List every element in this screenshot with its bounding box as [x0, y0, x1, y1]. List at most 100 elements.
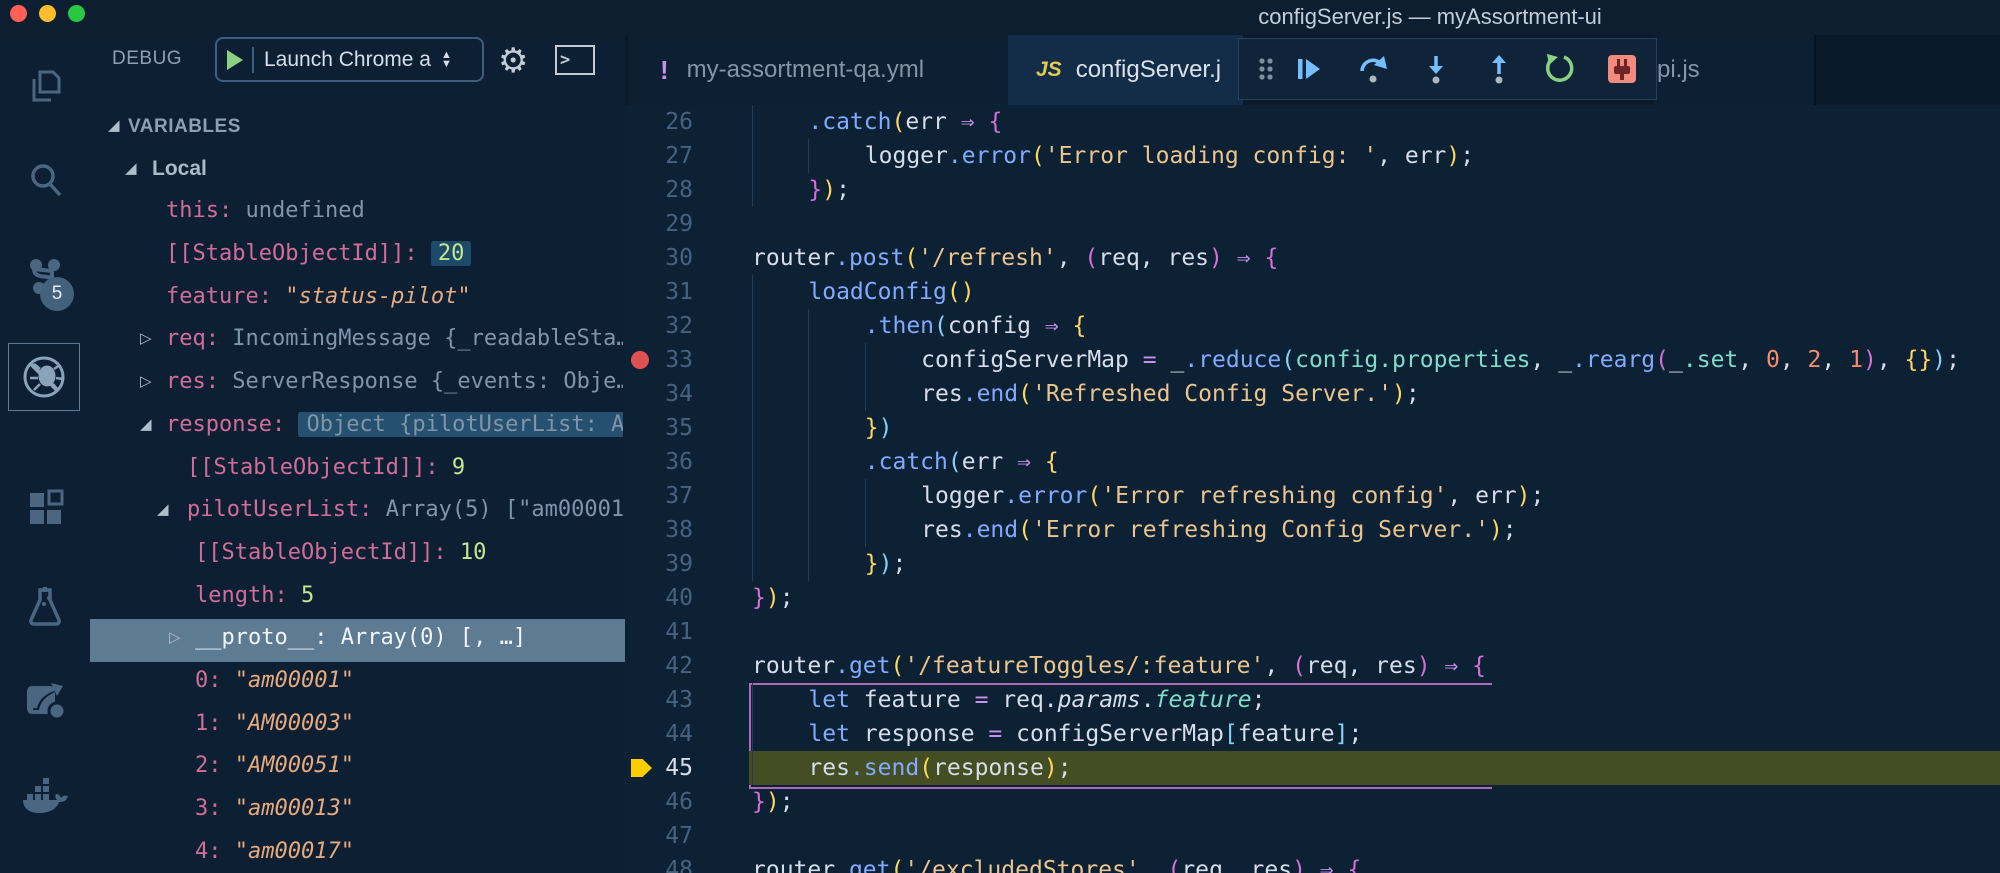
step-over-icon[interactable]: [1356, 52, 1390, 86]
code-text: res.end('Refreshed Config Server.');: [752, 377, 1420, 411]
minimize-window-button[interactable]: [39, 5, 56, 22]
restart-icon[interactable]: [1542, 52, 1576, 86]
variable-row[interactable]: feature: "status-pilot": [90, 278, 625, 321]
code-line-40[interactable]: 40});: [625, 581, 2000, 615]
line-number[interactable]: 45: [625, 751, 693, 785]
line-number[interactable]: 39: [625, 547, 693, 581]
grip-dots-icon[interactable]: [1249, 52, 1283, 86]
variable-row[interactable]: ▷ req: IncomingMessage {_readableSta…: [90, 320, 625, 363]
tree-section-header[interactable]: ◢ VARIABLES: [90, 107, 625, 150]
chevron-expanded-icon[interactable]: ◢: [125, 159, 137, 177]
line-number[interactable]: 36: [625, 445, 693, 479]
line-number[interactable]: 47: [625, 819, 693, 853]
line-number[interactable]: 41: [625, 615, 693, 649]
line-number[interactable]: 42: [625, 649, 693, 683]
close-window-button[interactable]: [10, 5, 27, 22]
variable-row[interactable]: 0: "am00001": [90, 662, 625, 705]
line-number[interactable]: 33: [625, 343, 693, 377]
line-number[interactable]: 44: [625, 717, 693, 751]
line-number[interactable]: 31: [625, 275, 693, 309]
code-line-29[interactable]: 29: [625, 207, 2000, 241]
line-number[interactable]: 46: [625, 785, 693, 819]
code-line-28[interactable]: 28});: [625, 173, 2000, 207]
tab-api-js[interactable]: pi.js: [1655, 35, 1816, 105]
line-number[interactable]: 37: [625, 479, 693, 513]
indent-guide: [752, 411, 808, 445]
variable-row[interactable]: 4: "am00017": [90, 833, 625, 873]
variable-text: 1: "AM00003": [195, 710, 354, 736]
variable-row[interactable]: [[StableObjectId]]: 10: [90, 534, 625, 577]
tab-my-assortment-qa-yml[interactable]: ! my-assortment-qa.yml: [628, 35, 1009, 105]
variable-row[interactable]: ◢ pilotUserList: Array(5) ["am00001…: [90, 491, 625, 534]
variable-row[interactable]: [[StableObjectId]]: 9: [90, 449, 625, 492]
line-number[interactable]: 40: [625, 581, 693, 615]
code-line-26[interactable]: 26 .catch(err ⇒ {: [625, 105, 2000, 139]
code-editor[interactable]: 26 .catch(err ⇒ {27 logger.error('Error lo…: [625, 105, 2000, 873]
step-out-icon[interactable]: [1482, 52, 1516, 86]
line-number[interactable]: 38: [625, 513, 693, 547]
line-number[interactable]: 43: [625, 683, 693, 717]
line-number[interactable]: 35: [625, 411, 693, 445]
line-number[interactable]: 32: [625, 309, 693, 343]
tab-configserver-js[interactable]: JS configServer.j: [1008, 35, 1243, 105]
chevron-collapsed-icon[interactable]: ▷: [169, 628, 181, 646]
code-line-30[interactable]: 30 router.post('/refresh', (req, res) ⇒ {: [625, 241, 2000, 275]
line-number[interactable]: 27: [625, 139, 693, 173]
code-line-43[interactable]: 43 let feature = req.params.feature;: [625, 683, 2000, 717]
sidebar-item-test-explorer[interactable]: [0, 574, 90, 640]
variable-row[interactable]: length: 5: [90, 577, 625, 620]
code-line-47[interactable]: 47: [625, 819, 2000, 853]
chevron-expanded-icon[interactable]: ◢: [157, 500, 169, 518]
line-number[interactable]: 48: [625, 853, 693, 873]
code-line-32[interactable]: 32 .then(config ⇒ {: [625, 309, 2000, 343]
variable-row[interactable]: ◢ response: Object {pilotUserList: A…: [90, 406, 625, 449]
sidebar-item-source-control[interactable]: 5: [0, 245, 90, 311]
sidebar-item-search[interactable]: [0, 147, 90, 213]
code-line-45[interactable]: 45 res.send(response);: [625, 751, 2000, 785]
variable-row[interactable]: ▷ __proto__: Array(0) [, …]: [90, 619, 625, 662]
sidebar-item-debug[interactable]: [8, 343, 80, 411]
line-number[interactable]: 28: [625, 173, 693, 207]
code-line-34[interactable]: 34 res.end('Refreshed Config Server.');: [625, 377, 2000, 411]
variable-row[interactable]: 3: "am00013": [90, 790, 625, 833]
code-line-27[interactable]: 27 logger.error('Error loading config: ',…: [625, 139, 2000, 173]
chevron-collapsed-icon[interactable]: ▷: [140, 372, 152, 390]
variable-row[interactable]: 2: "AM00051": [90, 747, 625, 790]
line-number[interactable]: 26: [625, 105, 693, 139]
variable-row[interactable]: ▷ res: ServerResponse {_events: Obje…: [90, 363, 625, 406]
line-number[interactable]: 30: [625, 241, 693, 275]
code-line-44[interactable]: 44 let response = configServerMap[feature…: [625, 717, 2000, 751]
launch-config-dropdown[interactable]: Launch Chrome a ▲ ▼: [215, 37, 484, 82]
sidebar-item-live-share[interactable]: [0, 667, 90, 733]
variable-row[interactable]: [[StableObjectId]]: 20: [90, 235, 625, 278]
code-line-31[interactable]: 31 loadConfig(): [625, 275, 2000, 309]
code-line-35[interactable]: 35}): [625, 411, 2000, 445]
chevron-expanded-icon[interactable]: ◢: [140, 415, 152, 433]
sidebar-item-docker[interactable]: [0, 767, 90, 833]
sidebar-item-explorer[interactable]: [0, 55, 90, 121]
debug-settings-gear-icon[interactable]: ⚙: [498, 41, 528, 81]
chevron-collapsed-icon[interactable]: ▷: [140, 329, 152, 347]
code-line-33[interactable]: 33 configServerMap = _.reduce(config.prop…: [625, 343, 2000, 377]
code-line-36[interactable]: 36 .catch(err ⇒ {: [625, 445, 2000, 479]
disconnect-plug-icon[interactable]: [1605, 52, 1639, 86]
sidebar-item-extensions[interactable]: [0, 475, 90, 541]
code-line-48[interactable]: 48 router.get('/excludedStores', (req, re…: [625, 853, 2000, 873]
code-line-42[interactable]: 42 router.get('/featureToggles/:feature',…: [625, 649, 2000, 683]
variable-row[interactable]: 1: "AM00003": [90, 705, 625, 748]
code-line-41[interactable]: 41: [625, 615, 2000, 649]
code-line-37[interactable]: 37 logger.error('Error refreshing config'…: [625, 479, 2000, 513]
code-line-46[interactable]: 46});: [625, 785, 2000, 819]
zoom-window-button[interactable]: [68, 5, 85, 22]
chevron-expanded-icon[interactable]: ◢: [108, 116, 120, 134]
code-line-38[interactable]: 38 res.end('Error refreshing Config Serve…: [625, 513, 2000, 547]
line-number[interactable]: 34: [625, 377, 693, 411]
step-into-icon[interactable]: [1419, 52, 1453, 86]
tree-section-header[interactable]: ◢ Local: [90, 150, 625, 193]
variable-row[interactable]: this: undefined: [90, 192, 625, 235]
continue-icon[interactable]: [1291, 52, 1325, 86]
code-line-39[interactable]: 39});: [625, 547, 2000, 581]
start-debugging-icon[interactable]: [227, 49, 243, 70]
line-number[interactable]: 29: [625, 207, 693, 241]
debug-console-icon[interactable]: >: [555, 45, 595, 75]
